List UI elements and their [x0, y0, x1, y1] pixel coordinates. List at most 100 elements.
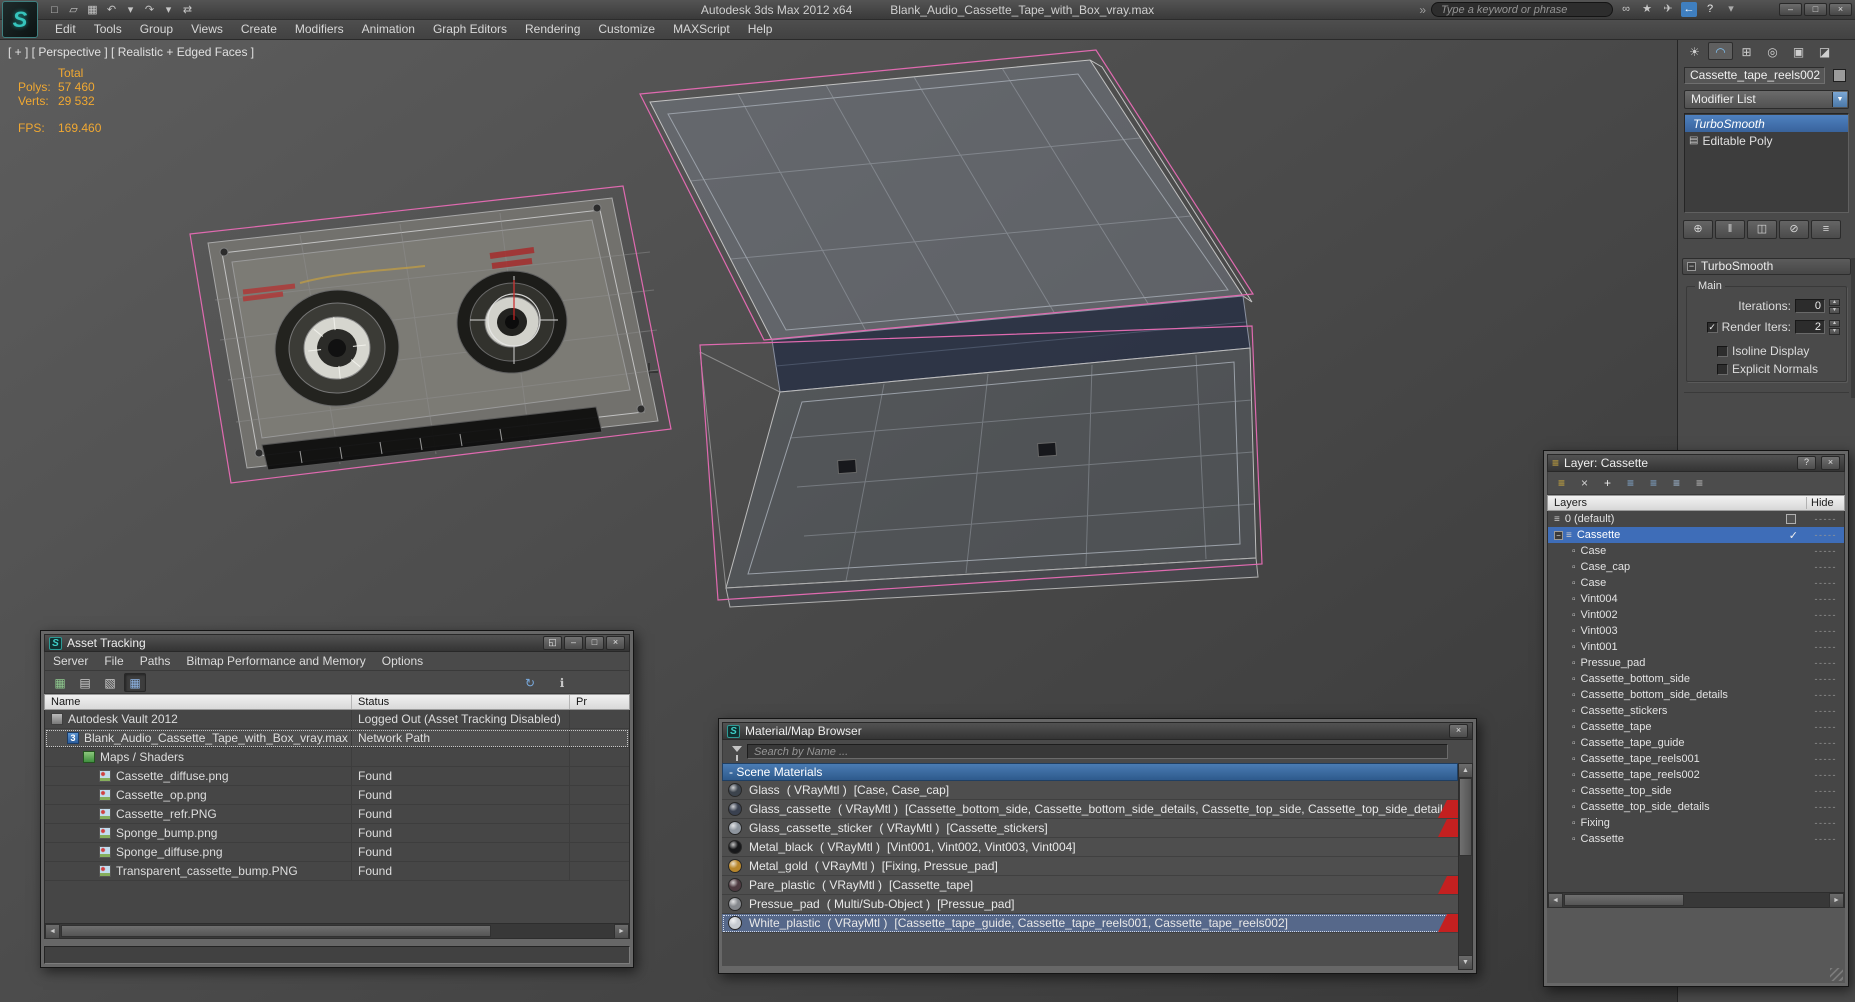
redo-dropdown-icon[interactable]: ▾ [160, 2, 177, 18]
material-row[interactable]: Pressue_pad ( Multi/Sub-Object ) [Pressu… [722, 895, 1458, 914]
scroll-left-icon[interactable]: ◄ [45, 924, 60, 939]
help-dropdown-icon[interactable]: ▾ [1723, 2, 1739, 17]
table-row[interactable]: 3 Blank_Audio_Cassette_Tape_with_Box_vra… [45, 729, 629, 748]
material-row[interactable]: White_plastic ( VRayMtl ) [Cassette_tape… [722, 914, 1458, 933]
layer-row[interactable]: − ▫ Pressue_pad ✓ ----- [1548, 655, 1844, 671]
menu-item[interactable]: Animation [353, 20, 424, 39]
configure-modifier-sets-button[interactable]: ≡ [1811, 220, 1841, 239]
save-file-icon[interactable]: ▦ [84, 2, 101, 18]
scroll-left-icon[interactable]: ◄ [1548, 893, 1563, 908]
sign-in-icon[interactable]: ← [1681, 2, 1697, 17]
menu-item[interactable]: Create [232, 20, 286, 39]
undo-dropdown-icon[interactable]: ▾ [122, 2, 139, 18]
modifier-stack-row[interactable]: ▤ Editable Poly [1685, 132, 1848, 149]
layer-row[interactable]: − ▫ Vint003 ✓ ----- [1548, 623, 1844, 639]
redo-icon[interactable]: ↷ [141, 2, 158, 18]
panel-scrollbar[interactable] [1851, 258, 1855, 398]
scroll-right-icon[interactable]: ► [1829, 893, 1844, 908]
sync-status-icon[interactable]: ↻ [519, 673, 541, 692]
material-row[interactable]: Pare_plastic ( VRayMtl ) [Cassette_tape] [722, 876, 1458, 895]
object-name-field[interactable]: Cassette_tape_reels002 [1684, 67, 1825, 84]
menu-item[interactable]: Help [739, 20, 782, 39]
material-row[interactable]: Glass_cassette_sticker ( VRayMtl ) [Cass… [722, 819, 1458, 838]
layer-row[interactable]: − ▫ Cassette_tape ✓ ----- [1548, 719, 1844, 735]
modify-tab-icon[interactable]: ◠ [1708, 42, 1733, 60]
isoline-display-checkbox[interactable] [1717, 345, 1728, 357]
delete-layer-button[interactable]: × [1575, 475, 1594, 492]
vault-explorer-icon[interactable]: ▦ [49, 673, 71, 692]
toolbar-overflow-icon[interactable]: » [1419, 3, 1426, 17]
render-iters-spinner[interactable]: ▲ ▼ [1829, 319, 1840, 335]
select-layer-objects-button[interactable]: ≡ [1621, 475, 1640, 492]
table-row[interactable]: Autodesk Vault 2012 Logged Out (Asset Tr… [45, 710, 629, 729]
table-row[interactable]: Sponge_diffuse.png Found [45, 843, 629, 862]
object-color-swatch[interactable] [1833, 69, 1846, 82]
menu-item[interactable]: Modifiers [286, 20, 353, 39]
menu-item[interactable]: Options [374, 653, 431, 670]
motion-tab-icon[interactable]: ◎ [1760, 42, 1785, 60]
material-row[interactable]: Glass_cassette ( VRayMtl ) [Cassette_bot… [722, 800, 1458, 819]
menu-item[interactable]: Edit [46, 20, 85, 39]
layer-row[interactable]: − ▫ Cassette_bottom_side ✓ ----- [1548, 671, 1844, 687]
asset-table-header[interactable]: Name Status Pr [44, 694, 630, 710]
render-iters-field[interactable]: 2 [1795, 320, 1825, 334]
menu-item[interactable]: Views [182, 20, 232, 39]
maximize-button[interactable]: □ [585, 636, 604, 650]
layer-row[interactable]: − ▫ Cassette_tape_reels001 ✓ ----- [1548, 751, 1844, 767]
hide-toggle-box[interactable] [1786, 514, 1796, 524]
layer-row[interactable]: − ▫ Case ✓ ----- [1548, 575, 1844, 591]
material-row[interactable]: Metal_gold ( VRayMtl ) [Fixing, Pressue_… [722, 857, 1458, 876]
rollout-collapse-icon[interactable]: − [1687, 262, 1696, 271]
info-icon[interactable]: ℹ [551, 673, 573, 692]
binoculars-icon[interactable]: ∞ [1618, 2, 1634, 17]
menu-item[interactable]: Group [131, 20, 182, 39]
layer-dialog-title-bar[interactable]: ≡ Layer: Cassette ? × [1547, 454, 1845, 472]
layer-row[interactable]: − ▫ Cassette_tape_guide ✓ ----- [1548, 735, 1844, 751]
minimize-button[interactable]: – [1779, 3, 1802, 16]
layer-row[interactable]: − ▫ Case_cap ✓ ----- [1548, 559, 1844, 575]
table-row[interactable]: Maps / Shaders [45, 748, 629, 767]
close-button[interactable]: × [1821, 456, 1840, 470]
resize-grip[interactable] [1830, 968, 1843, 981]
highlight-selected-layer-button[interactable]: ≡ [1667, 475, 1686, 492]
manage-links-icon[interactable]: ⇄ [179, 2, 196, 18]
scroll-thumb[interactable] [1564, 894, 1684, 906]
hide-freeze-layer-button[interactable]: ≡ [1690, 475, 1709, 492]
minimize-button[interactable]: – [564, 636, 583, 650]
show-end-result-button[interactable]: ‖ [1715, 220, 1745, 239]
application-menu-button[interactable]: S [2, 1, 38, 38]
layer-row[interactable]: − ▫ Vint002 ✓ ----- [1548, 607, 1844, 623]
search-input[interactable] [1431, 2, 1613, 17]
asset-tracking-title-bar[interactable]: S Asset Tracking ◱ – □ × [44, 634, 630, 652]
menu-item[interactable]: Graph Editors [424, 20, 516, 39]
menu-item[interactable]: Bitmap Performance and Memory [178, 653, 373, 670]
new-layer-button[interactable]: ≡ [1552, 475, 1571, 492]
scroll-right-icon[interactable]: ► [614, 924, 629, 939]
maximize-button[interactable]: □ [1804, 3, 1827, 16]
menu-item[interactable]: MAXScript [664, 20, 739, 39]
menu-item[interactable]: Customize [589, 20, 664, 39]
table-row[interactable]: Sponge_bump.png Found [45, 824, 629, 843]
communication-center-icon[interactable]: ✈ [1660, 2, 1676, 17]
layer-list-header[interactable]: Layers Hide [1547, 495, 1845, 511]
scroll-thumb[interactable] [61, 925, 491, 937]
scene-materials-header[interactable]: - Scene Materials [722, 763, 1458, 781]
layer-row[interactable]: − ▫ Cassette_tape_reels002 ✓ ----- [1548, 767, 1844, 783]
menu-item[interactable]: File [96, 653, 131, 670]
make-unique-button[interactable]: ◫ [1747, 220, 1777, 239]
material-browser-title-bar[interactable]: S Material/Map Browser × [722, 722, 1473, 740]
layer-row[interactable]: − ▫ Cassette_top_side ✓ ----- [1548, 783, 1844, 799]
open-file-icon[interactable]: ▱ [65, 2, 82, 18]
table-row[interactable]: Cassette_refr.PNG Found [45, 805, 629, 824]
iterations-spinner[interactable]: ▲ ▼ [1829, 298, 1840, 314]
layer-row[interactable]: − ▫ Cassette ✓ ----- [1548, 831, 1844, 847]
utilities-tab-icon[interactable]: ◪ [1812, 42, 1837, 60]
menu-item[interactable]: Paths [132, 653, 179, 670]
table-row[interactable]: Cassette_op.png Found [45, 786, 629, 805]
layer-row[interactable]: − ▫ Case ✓ ----- [1548, 543, 1844, 559]
new-scene-icon[interactable]: □ [46, 2, 63, 18]
dropdown-arrow-icon[interactable]: ▼ [1832, 92, 1847, 107]
scroll-up-icon[interactable]: ▲ [1459, 764, 1472, 778]
list-view-icon[interactable]: ▤ [74, 673, 96, 692]
layer-row[interactable]: − ▫ Fixing ✓ ----- [1548, 815, 1844, 831]
